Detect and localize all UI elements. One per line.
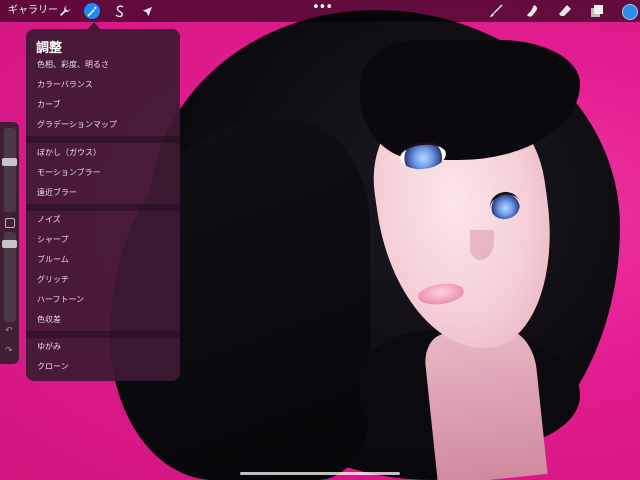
magic-wand-icon[interactable]: [84, 3, 100, 19]
undo-button[interactable]: ↶: [5, 326, 13, 336]
home-indicator[interactable]: [240, 472, 400, 475]
opacity-slider-thumb[interactable]: [2, 240, 17, 248]
menu-item-clone[interactable]: クローン: [26, 357, 180, 377]
menu-item-bloom[interactable]: ブルーム: [26, 250, 180, 270]
top-toolbar: ギャラリー •••: [0, 0, 640, 22]
menu-item-halftone[interactable]: ハーフトーン: [26, 290, 180, 310]
smudge-icon[interactable]: [524, 3, 540, 19]
redo-button[interactable]: ↷: [5, 346, 13, 356]
color-swatch-button[interactable]: [622, 4, 638, 20]
eraser-icon[interactable]: [557, 3, 573, 19]
more-options-button[interactable]: •••: [312, 0, 333, 16]
menu-item-noise[interactable]: ノイズ: [26, 210, 180, 230]
menu-item-sharpen[interactable]: シャープ: [26, 230, 180, 250]
adjustments-panel: 調整 色相、彩度、明るさ カラーバランス カーブ グラデーションマップ ぼかし（…: [26, 29, 180, 381]
brush-icon[interactable]: [488, 3, 504, 19]
menu-item-perspective-blur[interactable]: 遠近ブラー: [26, 183, 180, 203]
brush-size-slider[interactable]: [4, 128, 16, 212]
left-sidebar: ↶ ↷: [0, 122, 19, 364]
menu-item-curves[interactable]: カーブ: [26, 95, 180, 115]
menu-item-gradient-map[interactable]: グラデーションマップ: [26, 115, 180, 135]
panel-title: 調整: [36, 41, 63, 56]
menu-item-hue-saturation-brightness[interactable]: 色相、彩度、明るさ: [26, 55, 180, 75]
brush-size-slider-thumb[interactable]: [2, 158, 17, 166]
modify-button[interactable]: [5, 218, 15, 228]
menu-item-liquify[interactable]: ゆがみ: [26, 337, 180, 357]
menu-item-gaussian-blur[interactable]: ぼかし（ガウス）: [26, 143, 180, 163]
menu-item-glitch[interactable]: グリッチ: [26, 270, 180, 290]
menu-item-chromatic-aberration[interactable]: 色収差: [26, 310, 180, 330]
arrow-cursor-icon[interactable]: [139, 3, 155, 19]
layers-icon[interactable]: [589, 3, 605, 19]
menu-item-color-balance[interactable]: カラーバランス: [26, 75, 180, 95]
gallery-button[interactable]: ギャラリー: [8, 3, 58, 19]
menu-item-motion-blur[interactable]: モーションブラー: [26, 163, 180, 183]
wrench-icon[interactable]: [57, 3, 73, 19]
group-divider: [26, 136, 180, 143]
selection-icon[interactable]: [112, 3, 128, 19]
